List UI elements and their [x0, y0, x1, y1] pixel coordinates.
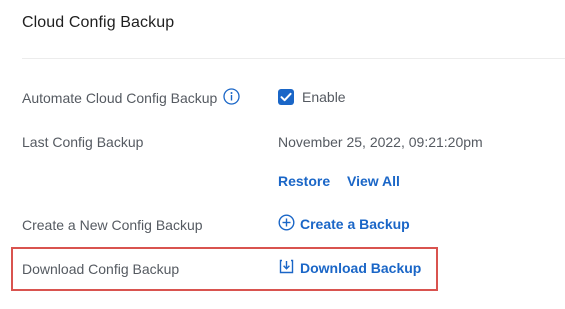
view-all-link[interactable]: View All — [347, 173, 400, 189]
create-backup-button-label: Create a Backup — [300, 216, 410, 232]
automate-backup-row-label: Automate Cloud Config Backup — [22, 88, 240, 108]
cloud-config-backup-panel: Cloud Config Backup Automate Cloud Confi… — [0, 0, 565, 309]
enable-checkbox[interactable] — [278, 89, 294, 105]
divider — [22, 58, 565, 59]
enable-label: Enable — [302, 89, 346, 105]
create-backup-button[interactable]: Create a Backup — [278, 214, 410, 234]
info-icon[interactable] — [223, 88, 240, 108]
create-backup-label: Create a New Config Backup — [22, 217, 203, 233]
automate-backup-label: Automate Cloud Config Backup — [22, 90, 218, 106]
plus-circle-icon — [278, 214, 295, 234]
download-row-highlight — [11, 247, 438, 291]
last-backup-value: November 25, 2022, 09:21:20pm — [278, 134, 483, 150]
last-backup-label: Last Config Backup — [22, 134, 144, 150]
section-title: Cloud Config Backup — [22, 14, 175, 31]
restore-link[interactable]: Restore — [278, 173, 330, 189]
